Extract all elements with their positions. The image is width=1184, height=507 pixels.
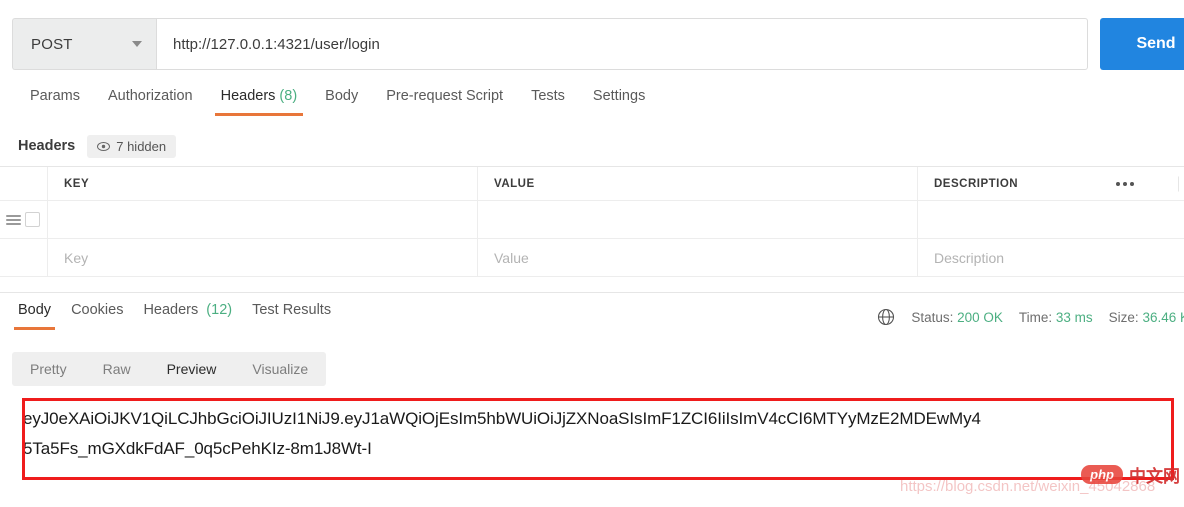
column-header-description: DESCRIPTION B xyxy=(918,167,1184,200)
hidden-headers-label: 7 hidden xyxy=(116,138,167,154)
new-row-value-input[interactable]: Value xyxy=(478,239,918,276)
tab-headers[interactable]: Headers (8) xyxy=(207,86,312,116)
status-label: Status: xyxy=(911,309,954,325)
new-row-description-input[interactable]: Description xyxy=(918,239,1184,276)
tab-params-label: Params xyxy=(30,88,80,104)
drag-handle-icon[interactable] xyxy=(6,214,21,225)
eye-icon xyxy=(97,141,111,151)
tab-pre-request-script-label: Pre-request Script xyxy=(386,88,504,104)
request-tabs: Params Authorization Headers (8) Body Pre… xyxy=(0,86,1184,126)
response-body-line-1: eyJ0eXAiOiJKV1QiLCJhbGciOiJIUzI1NiJ9.eyJ… xyxy=(23,409,981,428)
response-tab-body[interactable]: Body xyxy=(8,300,61,330)
view-mode-pretty[interactable]: Pretty xyxy=(12,352,85,386)
watermark-url: https://blog.csdn.net/weixin_45042868 xyxy=(900,478,1156,495)
column-header-key-label: KEY xyxy=(64,177,90,190)
size-label: Size: xyxy=(1108,309,1139,325)
globe-icon[interactable] xyxy=(877,308,895,326)
new-row-description-placeholder: Description xyxy=(934,249,1005,266)
tab-tests[interactable]: Tests xyxy=(517,86,579,116)
size-badge: Size: 36.46 KB xyxy=(1109,310,1184,325)
row-checkbox[interactable] xyxy=(25,212,40,227)
view-mode-preview[interactable]: Preview xyxy=(149,352,235,386)
status-badge: Status: 200 OK xyxy=(911,310,1003,325)
tab-pre-request-script[interactable]: Pre-request Script xyxy=(372,86,517,116)
response-tab-test-results-label: Test Results xyxy=(252,302,332,318)
tab-authorization-label: Authorization xyxy=(107,88,193,104)
http-method-select[interactable]: POST xyxy=(12,18,156,70)
response-tab-test-results[interactable]: Test Results xyxy=(242,300,341,330)
view-mode-pretty-label: Pretty xyxy=(30,361,67,377)
time-badge: Time: 33 ms xyxy=(1019,310,1093,325)
row-key-input[interactable] xyxy=(48,201,478,238)
hidden-headers-toggle[interactable]: 7 hidden xyxy=(87,134,177,158)
bulk-edit-button[interactable]: B xyxy=(1178,176,1184,191)
tab-headers-count: (8) xyxy=(279,88,298,104)
row-drag-cell xyxy=(0,201,48,238)
response-tab-body-label: Body xyxy=(18,302,52,318)
response-tab-headers-count: (12) xyxy=(206,302,233,318)
tab-headers-label: Headers xyxy=(220,88,276,104)
view-mode-raw[interactable]: Raw xyxy=(85,352,149,386)
response-status-bar: Status: 200 OK Time: 33 ms Size: 36.46 K… xyxy=(820,302,1184,332)
view-mode-visualize[interactable]: Visualize xyxy=(234,352,326,386)
headers-table-header-row: KEY VALUE DESCRIPTION B xyxy=(0,167,1184,201)
view-mode-raw-label: Raw xyxy=(102,361,131,377)
new-row-drag-cell xyxy=(0,239,48,276)
postman-window: POST http://127.0.0.1:4321/user/login Se… xyxy=(0,0,1184,507)
response-tab-headers[interactable]: Headers (12) xyxy=(133,300,242,330)
row-value-input[interactable] xyxy=(478,201,918,238)
response-body-highlight-box: eyJ0eXAiOiJKV1QiLCJhbGciOiJIUzI1NiJ9.eyJ… xyxy=(22,398,1174,480)
tab-params[interactable]: Params xyxy=(16,86,94,116)
response-divider xyxy=(0,292,1184,293)
headers-section-title: Headers xyxy=(18,138,76,154)
response-tab-cookies-label: Cookies xyxy=(71,302,124,318)
row-description-input[interactable] xyxy=(918,201,1184,238)
new-row-key-input[interactable]: Key xyxy=(48,239,478,276)
new-row-key-placeholder: Key xyxy=(64,249,89,266)
view-mode-visualize-label: Visualize xyxy=(252,361,309,377)
headers-table: KEY VALUE DESCRIPTION B Key xyxy=(0,166,1184,277)
response-tab-cookies[interactable]: Cookies xyxy=(61,300,133,330)
status-value: 200 OK xyxy=(957,309,1003,325)
response-tab-headers-label: Headers xyxy=(143,302,199,318)
send-button[interactable]: Send xyxy=(1100,18,1184,70)
header-cell-spacer xyxy=(0,167,48,200)
column-header-value-label: VALUE xyxy=(494,177,535,190)
response-view-modes: Pretty Raw Preview Visualize xyxy=(12,352,327,386)
send-button-wrap: Send xyxy=(1100,18,1184,70)
new-row-value-placeholder: Value xyxy=(494,249,529,266)
request-url-input[interactable]: http://127.0.0.1:4321/user/login xyxy=(156,18,1088,70)
http-method-label: POST xyxy=(31,35,73,53)
column-header-key: KEY xyxy=(48,167,478,200)
time-value: 33 ms xyxy=(1055,309,1093,325)
table-row-new[interactable]: Key Value Description xyxy=(0,239,1184,277)
tab-body[interactable]: Body xyxy=(311,86,372,116)
request-url-bar: POST http://127.0.0.1:4321/user/login Se… xyxy=(0,0,1184,88)
tab-settings-label: Settings xyxy=(592,88,646,104)
view-mode-preview-label: Preview xyxy=(166,361,217,377)
tab-settings[interactable]: Settings xyxy=(579,86,659,116)
tab-body-label: Body xyxy=(325,88,359,104)
response-body-line-2: 5Ta5Fs_mGXdkFdAF_0q5cPehKIz-8m1J8Wt-I xyxy=(23,439,372,458)
request-url-text: http://127.0.0.1:4321/user/login xyxy=(173,35,380,53)
headers-subheader: Headers 7 hidden xyxy=(0,128,1184,164)
chevron-down-icon xyxy=(132,41,142,47)
tab-authorization[interactable]: Authorization xyxy=(94,86,207,116)
ellipsis-icon[interactable] xyxy=(1110,178,1140,190)
tab-tests-label: Tests xyxy=(531,88,565,104)
column-header-description-label: DESCRIPTION xyxy=(934,177,1019,190)
size-value: 36.46 KB xyxy=(1142,309,1184,325)
time-label: Time: xyxy=(1018,309,1053,325)
table-row[interactable] xyxy=(0,201,1184,239)
column-header-value: VALUE xyxy=(478,167,918,200)
